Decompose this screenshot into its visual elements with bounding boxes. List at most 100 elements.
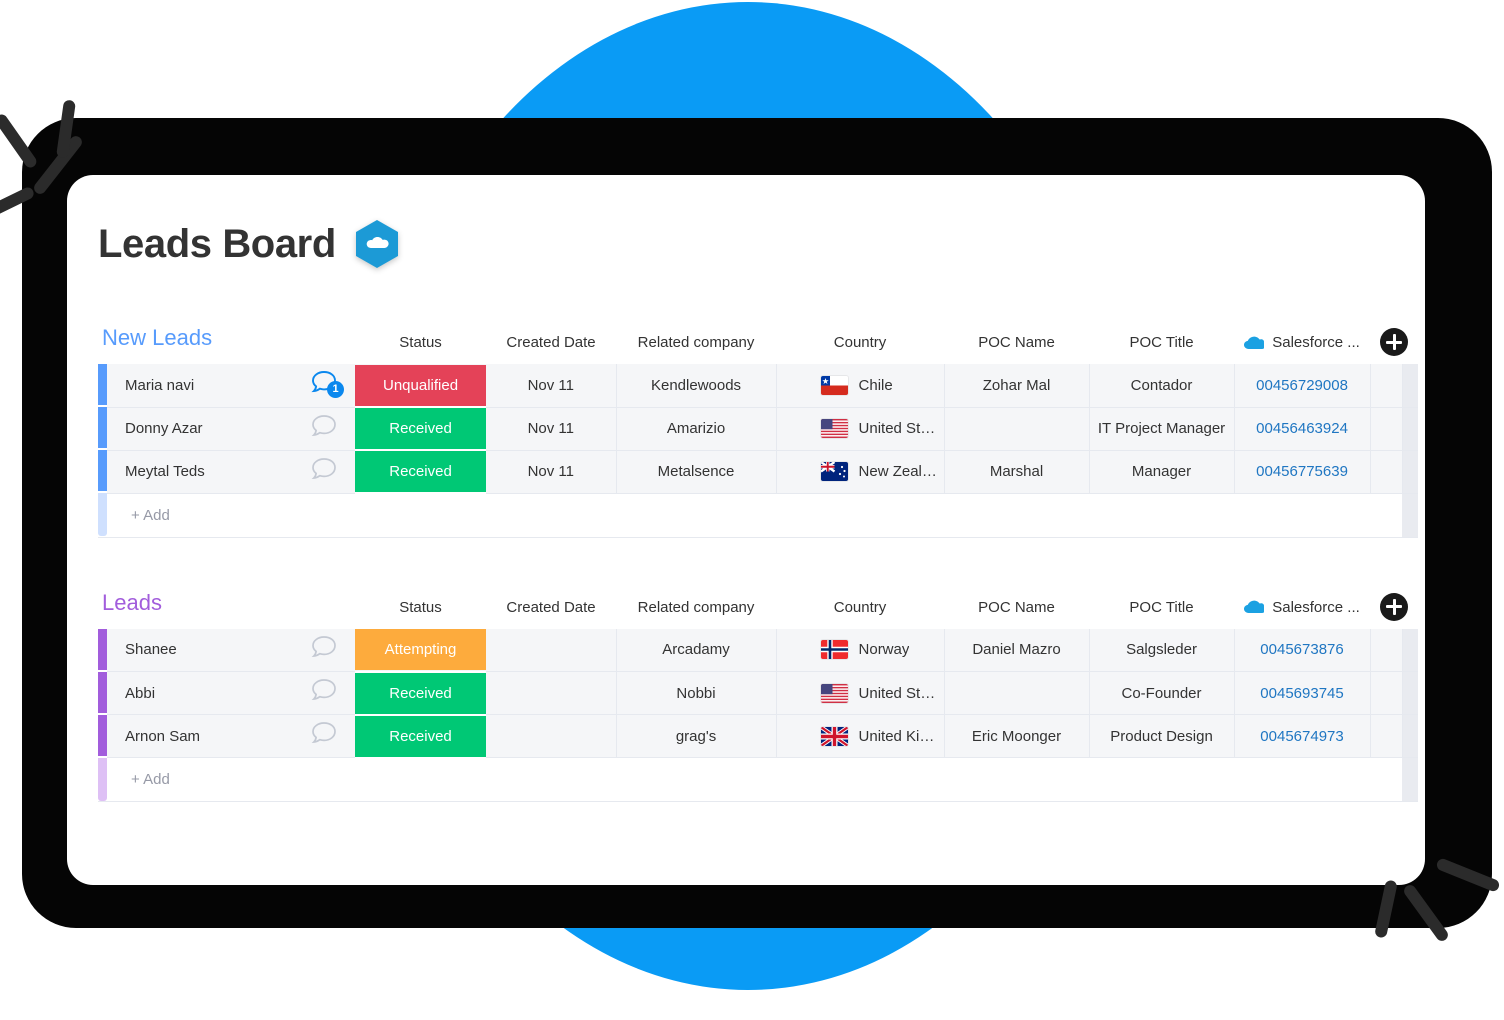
cell-country[interactable]: New Zealand — [776, 450, 945, 494]
horizontal-scrollbar[interactable] — [1402, 628, 1419, 672]
cell-poc-name[interactable]: Eric Moonger — [944, 714, 1090, 758]
salesforce-id-link[interactable]: 00456463924 — [1256, 420, 1348, 437]
cell-poc-name[interactable]: Marshal — [944, 450, 1090, 494]
chat-bubble-icon[interactable] — [309, 720, 339, 748]
column-header-country[interactable]: Country — [776, 325, 944, 364]
chat-bubble-icon-active[interactable]: 1 — [309, 369, 345, 399]
cell-country[interactable]: United States — [776, 407, 945, 451]
table-row[interactable]: Donny Azar Received Nov 11 Amarizio Unit… — [98, 407, 1419, 451]
column-header-related-company[interactable]: Related company — [616, 325, 776, 364]
column-header-poc-title[interactable]: POC Title — [1089, 325, 1234, 364]
horizontal-scrollbar[interactable] — [1402, 450, 1419, 494]
cell-country[interactable]: Chile — [776, 364, 945, 408]
column-header-related-company[interactable]: Related company — [616, 590, 776, 629]
column-header-created-date[interactable]: Created Date — [486, 325, 616, 364]
column-header-country[interactable]: Country — [776, 590, 944, 629]
column-header-poc-title[interactable]: POC Title — [1089, 590, 1234, 629]
cell-country[interactable]: United Kingd… — [776, 714, 945, 758]
salesforce-id-link[interactable]: 00456775639 — [1256, 463, 1348, 480]
cell-status[interactable]: Attempting — [355, 628, 487, 673]
cell-poc-title[interactable]: Product Design — [1089, 714, 1235, 758]
column-header-salesforce[interactable]: Salesforce ... — [1234, 325, 1370, 364]
cell-name[interactable]: Donny Azar — [107, 407, 293, 451]
cell-poc-name[interactable]: Zohar Mal — [944, 364, 1090, 408]
cell-poc-title[interactable]: Manager — [1089, 450, 1235, 494]
cell-created-date[interactable]: Nov 11 — [486, 407, 617, 451]
cell-related-company[interactable]: Kendlewoods — [616, 364, 777, 408]
horizontal-scrollbar[interactable] — [1402, 493, 1419, 538]
cell-poc-title[interactable]: Contador — [1089, 364, 1235, 408]
add-row-leads[interactable]: + Add — [98, 757, 1419, 802]
add-row-cell[interactable]: + Add — [107, 493, 1403, 538]
add-column-button[interactable] — [1380, 328, 1409, 356]
column-header-poc-name[interactable]: POC Name — [944, 325, 1089, 364]
cell-conversation[interactable] — [293, 714, 356, 758]
table-row[interactable]: Meytal Teds Received Nov 11 Metalsence N… — [98, 450, 1419, 494]
cell-name[interactable]: Shanee — [107, 628, 293, 672]
cell-created-date[interactable] — [486, 628, 617, 672]
cell-name[interactable]: Meytal Teds — [107, 450, 293, 494]
cell-status[interactable]: Received — [355, 450, 487, 494]
table-row[interactable]: Maria navi 1 Unqualified Nov 11 Kendlewo… — [98, 364, 1419, 408]
salesforce-id-link[interactable]: 0045693745 — [1260, 685, 1343, 702]
cell-related-company[interactable]: Amarizio — [616, 407, 777, 451]
cell-conversation[interactable] — [293, 407, 356, 451]
cell-poc-name[interactable] — [944, 407, 1090, 451]
cell-created-date[interactable]: Nov 11 — [486, 450, 617, 494]
chat-bubble-icon[interactable] — [309, 677, 339, 705]
chat-bubble-icon[interactable] — [309, 413, 339, 441]
salesforce-id-link[interactable]: 0045674973 — [1260, 728, 1343, 745]
cell-salesforce-id[interactable]: 0045673876 — [1234, 628, 1371, 672]
horizontal-scrollbar[interactable] — [1402, 364, 1419, 408]
cell-poc-title[interactable]: Co-Founder — [1089, 671, 1235, 715]
cell-conversation[interactable] — [293, 671, 356, 715]
column-header-status[interactable]: Status — [355, 325, 486, 364]
table-row[interactable]: Arnon Sam Received grag's United King Er… — [98, 714, 1419, 759]
cell-conversation[interactable] — [293, 628, 356, 672]
salesforce-id-link[interactable]: 00456729008 — [1256, 377, 1348, 394]
cell-related-company[interactable]: Arcadamy — [616, 628, 777, 672]
column-header-status[interactable]: Status — [355, 590, 486, 629]
cell-poc-name[interactable] — [944, 671, 1090, 715]
cell-salesforce-id[interactable]: 0045693745 — [1234, 671, 1371, 715]
column-header-created-date[interactable]: Created Date — [486, 590, 616, 629]
cell-poc-title[interactable]: IT Project Manager — [1089, 407, 1235, 451]
group-title-leads[interactable]: Leads — [98, 590, 355, 629]
cell-country[interactable]: Norway — [776, 628, 945, 672]
cell-salesforce-id[interactable]: 00456463924 — [1234, 407, 1371, 451]
cell-related-company[interactable]: Metalsence — [616, 450, 777, 494]
cell-name[interactable]: Arnon Sam — [107, 714, 293, 758]
chat-bubble-icon[interactable] — [309, 634, 339, 662]
cell-status[interactable]: Unqualified — [355, 364, 487, 408]
add-column-button[interactable] — [1380, 592, 1409, 621]
cell-status[interactable]: Received — [355, 714, 487, 759]
cell-status[interactable]: Received — [355, 407, 487, 451]
horizontal-scrollbar[interactable] — [1402, 671, 1419, 715]
cell-created-date[interactable]: Nov 11 — [486, 364, 617, 408]
cell-name[interactable]: Maria navi — [107, 364, 293, 408]
cell-related-company[interactable]: Nobbi — [616, 671, 777, 715]
cell-related-company[interactable]: grag's — [616, 714, 777, 758]
table-row[interactable]: Shanee Attempting Arcadamy Norway Daniel… — [98, 628, 1419, 673]
column-header-poc-name[interactable]: POC Name — [944, 590, 1089, 629]
cell-salesforce-id[interactable]: 00456729008 — [1234, 364, 1371, 408]
cell-conversation[interactable]: 1 — [293, 364, 356, 408]
cell-conversation[interactable] — [293, 450, 356, 494]
cell-salesforce-id[interactable]: 0045674973 — [1234, 714, 1371, 758]
group-title-new-leads[interactable]: New Leads — [98, 325, 355, 364]
chat-bubble-icon[interactable] — [309, 456, 339, 484]
horizontal-scrollbar[interactable] — [1402, 757, 1419, 802]
column-header-salesforce[interactable]: Salesforce ... — [1234, 590, 1370, 629]
add-row-cell[interactable]: + Add — [107, 757, 1403, 802]
add-row-new-leads[interactable]: + Add — [98, 493, 1419, 538]
cell-name[interactable]: Abbi — [107, 671, 293, 715]
cell-salesforce-id[interactable]: 00456775639 — [1234, 450, 1371, 494]
horizontal-scrollbar[interactable] — [1402, 407, 1419, 451]
cell-poc-title[interactable]: Salgsleder — [1089, 628, 1235, 672]
horizontal-scrollbar[interactable] — [1402, 714, 1419, 758]
cell-poc-name[interactable]: Daniel Mazro — [944, 628, 1090, 672]
cell-created-date[interactable] — [486, 671, 617, 715]
table-row[interactable]: Abbi Received Nobbi United Stat Co-Found… — [98, 671, 1419, 716]
cell-country[interactable]: United States — [776, 671, 945, 715]
cell-status[interactable]: Received — [355, 671, 487, 716]
